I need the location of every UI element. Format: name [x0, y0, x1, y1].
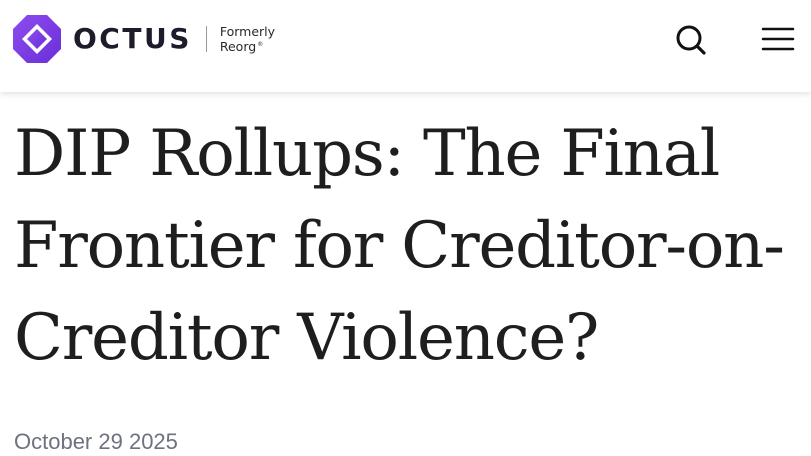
logo-divider	[205, 26, 207, 52]
reorg-text: Reorg®	[219, 39, 264, 55]
hamburger-menu-icon	[761, 27, 795, 51]
formerly-text: Formerly	[219, 23, 276, 39]
site-header: OCTUS Formerly Reorg®	[0, 0, 811, 92]
octus-logo-link[interactable]: OCTUS Formerly Reorg®	[12, 14, 275, 64]
article-title: DIP Rollups: The Final Frontier for Cred…	[14, 117, 785, 375]
octus-wordmark: OCTUS	[73, 22, 192, 55]
trademark-symbol: ®	[257, 40, 264, 48]
search-button[interactable]	[670, 22, 710, 58]
octus-logo-icon	[13, 15, 61, 63]
article-date: October 29 2025	[14, 429, 178, 454]
formerly-reorg-label: Formerly Reorg®	[220, 25, 275, 53]
search-icon	[676, 25, 706, 55]
article: DIP Rollups: The Final Frontier for Cred…	[14, 108, 804, 384]
menu-button[interactable]	[758, 22, 798, 58]
